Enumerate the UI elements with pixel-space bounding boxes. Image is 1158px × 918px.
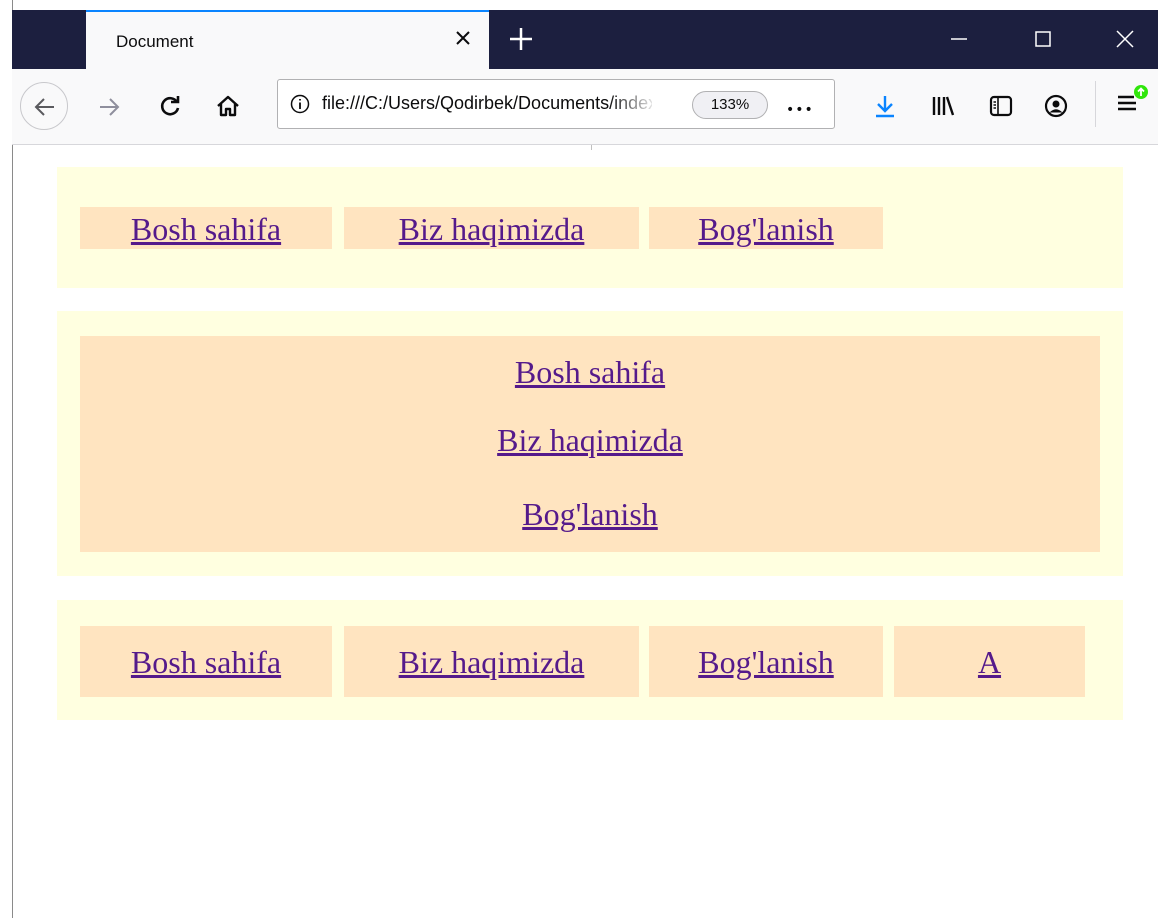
url-text: file:///C:/Users/Qodirbek/Documents/inde… [322,93,652,113]
close-tab-icon[interactable] [451,26,475,50]
reload-icon[interactable] [157,93,183,119]
flex-menu: Bosh sahifa Biz haqimizda Bog'lanish A [57,600,1123,720]
downloads-icon[interactable] [872,93,898,119]
menu-item-about: Biz haqimizda [344,207,639,249]
about-link[interactable]: Biz haqimizda [399,644,585,680]
about-link[interactable]: Biz haqimizda [497,422,683,458]
vertical-menu: Bosh sahifa Biz haqimizda Bog'lanish [57,311,1123,576]
tab-document[interactable]: Document [86,10,489,69]
account-icon[interactable] [1043,93,1069,119]
browser-titlebar: Document [12,10,1158,69]
home-link[interactable]: Bosh sahifa [515,354,665,390]
home-link[interactable]: Bosh sahifa [131,211,281,247]
back-button[interactable] [20,82,68,130]
browser-toolbar: file:///C:/Users/Qodirbek/Documents/inde… [12,69,1158,145]
vertical-menu-box: Bosh sahifa Biz haqimizda Bog'lanish [80,336,1100,552]
minimize-icon[interactable] [948,28,970,50]
tab-title: Document [116,32,194,51]
contact-link[interactable]: Bog'lanish [698,644,834,680]
sidebar-icon[interactable] [988,93,1014,119]
url-bar[interactable]: file:///C:/Users/Qodirbek/Documents/inde… [277,79,835,129]
home-icon[interactable] [215,93,241,119]
menu-update-icon[interactable] [1114,83,1150,119]
flex-item-contact: Bog'lanish [649,626,883,697]
horizontal-menu: Bosh sahifa Biz haqimizda Bog'lanish [57,167,1123,288]
zoom-level-badge[interactable]: 133% [692,91,768,119]
contact-link[interactable]: Bog'lanish [698,211,834,247]
page-marker [591,145,592,150]
flex-item-home: Bosh sahifa [80,626,332,697]
menu-item-home: Bosh sahifa [80,207,332,249]
contact-link[interactable]: Bog'lanish [522,496,658,532]
url-fade [608,86,658,122]
library-icon[interactable] [930,93,956,119]
close-window-icon[interactable] [1114,28,1136,50]
a-link[interactable]: A [978,644,1001,680]
home-link[interactable]: Bosh sahifa [131,644,281,680]
flex-item-a: A [894,626,1085,697]
page-actions-more-icon[interactable]: ••• [786,102,814,118]
flex-item-about: Biz haqimizda [344,626,639,697]
toolbar-separator [1095,81,1096,127]
new-tab-plus-icon[interactable] [508,26,534,52]
vertical-menu-item-about: Biz haqimizda [80,420,1100,460]
site-info-icon[interactable] [289,93,311,115]
vertical-menu-item-contact: Bog'lanish [80,494,1100,534]
maximize-icon[interactable] [1032,28,1054,50]
menu-item-contact: Bog'lanish [649,207,883,249]
vertical-menu-item-home: Bosh sahifa [80,352,1100,392]
forward-arrow-icon[interactable] [96,94,122,120]
about-link[interactable]: Biz haqimizda [399,211,585,247]
back-arrow-icon [34,98,54,116]
